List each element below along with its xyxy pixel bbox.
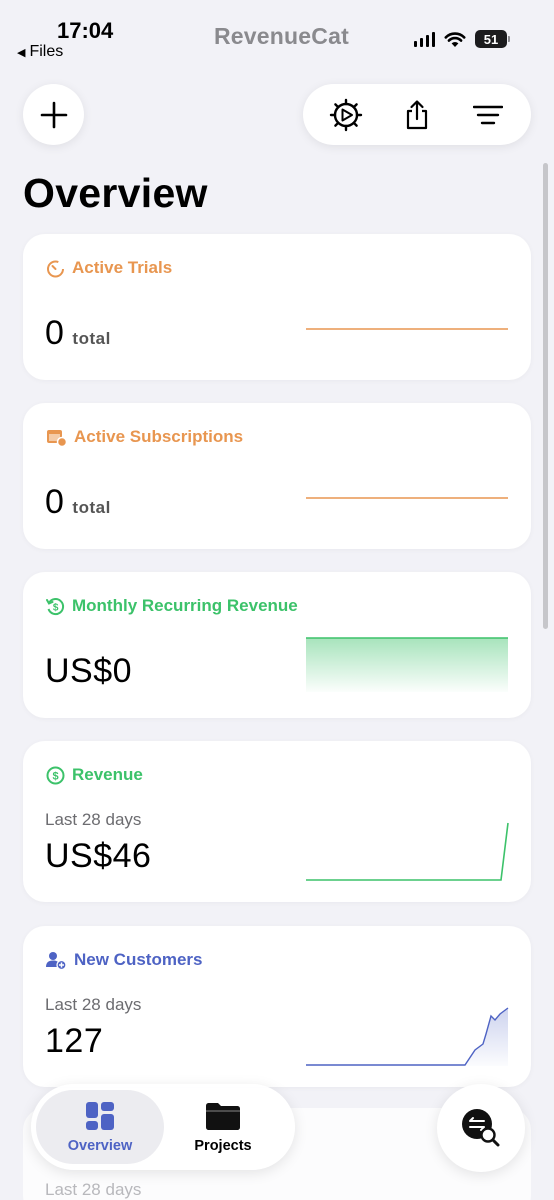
search-transactions-button[interactable] (437, 1084, 525, 1172)
card-unit: total (72, 498, 111, 517)
card-value: US$0 (45, 652, 133, 690)
card-header: Active Trials (46, 258, 172, 278)
calendar-icon (47, 429, 67, 447)
tab-projects[interactable]: Projects (159, 1090, 287, 1164)
status-bar: 17:04 ◀ Files RevenueCat 51 (0, 0, 554, 70)
card-subtitle: Last 28 days (45, 810, 142, 829)
share-button[interactable] (395, 93, 439, 137)
card-value: 127 (45, 1022, 104, 1060)
wifi-icon (444, 31, 466, 47)
scrollbar[interactable] (543, 163, 548, 629)
plus-icon (40, 101, 67, 128)
card-header: $ Monthly Recurring Revenue (46, 596, 298, 616)
card-value: 0 total (45, 483, 111, 521)
card-subtitle: Last 28 days (45, 1180, 142, 1199)
status-time: 17:04 (57, 18, 114, 43)
cellular-signal-icon (413, 31, 435, 47)
mrr-sparkline (306, 637, 508, 692)
card-title: New Customers (74, 950, 203, 969)
svg-text:$: $ (53, 602, 59, 613)
page-title: Overview (23, 170, 208, 216)
transactions-search-icon (462, 1109, 500, 1147)
battery-indicator: 51 (475, 30, 510, 48)
card-header: New Customers (46, 950, 202, 970)
new-customers-sparkline (306, 1007, 509, 1066)
card-header: $ Revenue (46, 765, 143, 785)
card-title: Active Trials (72, 258, 173, 277)
back-triangle-icon: ◀ (17, 47, 26, 59)
app-logo: RevenueCat (214, 23, 349, 49)
recurring-dollar-icon: $ (46, 597, 65, 615)
tab-bar: Overview Projects (31, 1084, 295, 1170)
active-trials-card[interactable]: Active Trials 0 total (23, 234, 531, 380)
folder-icon (206, 1102, 240, 1130)
card-header: Active Subscriptions (46, 427, 243, 447)
share-icon (406, 99, 428, 129)
svg-text:$: $ (52, 770, 58, 782)
active-trials-sparkline (306, 328, 508, 330)
card-value: US$46 (45, 837, 152, 875)
filter-button[interactable] (466, 93, 510, 137)
add-user-icon (46, 951, 67, 970)
card-value: 0 total (45, 314, 111, 352)
revenue-sparkline (306, 822, 509, 881)
status-icons: 51 (413, 30, 510, 48)
back-label: Files (29, 43, 64, 60)
tab-label: Projects (194, 1137, 252, 1154)
card-unit: total (72, 329, 111, 348)
toolbar (303, 84, 531, 145)
dollar-circle-icon: $ (46, 766, 65, 784)
back-to-files-link[interactable]: ◀ Files (17, 43, 63, 61)
filter-lines-icon (472, 105, 503, 124)
gear-play-icon (330, 98, 363, 131)
dashboard-icon (86, 1101, 114, 1130)
tab-label: Overview (67, 1137, 133, 1154)
add-button[interactable] (23, 84, 84, 145)
active-subscriptions-card[interactable]: Active Subscriptions 0 total (23, 403, 531, 549)
card-title: Monthly Recurring Revenue (72, 596, 298, 615)
new-customers-card[interactable]: New Customers Last 28 days 127 (23, 926, 531, 1087)
revenue-card[interactable]: $ Revenue Last 28 days US$46 (23, 741, 531, 902)
card-title: Active Subscriptions (74, 427, 244, 446)
card-subtitle: Last 28 days (45, 995, 142, 1014)
card-title: Revenue (72, 765, 143, 784)
active-subscriptions-sparkline (306, 497, 508, 499)
timer-icon (47, 260, 64, 277)
mrr-card[interactable]: $ Monthly Recurring Revenue US$0 (23, 572, 531, 718)
tab-overview[interactable]: Overview (36, 1090, 164, 1164)
settings-button[interactable] (324, 93, 368, 137)
battery-level: 51 (475, 30, 507, 48)
